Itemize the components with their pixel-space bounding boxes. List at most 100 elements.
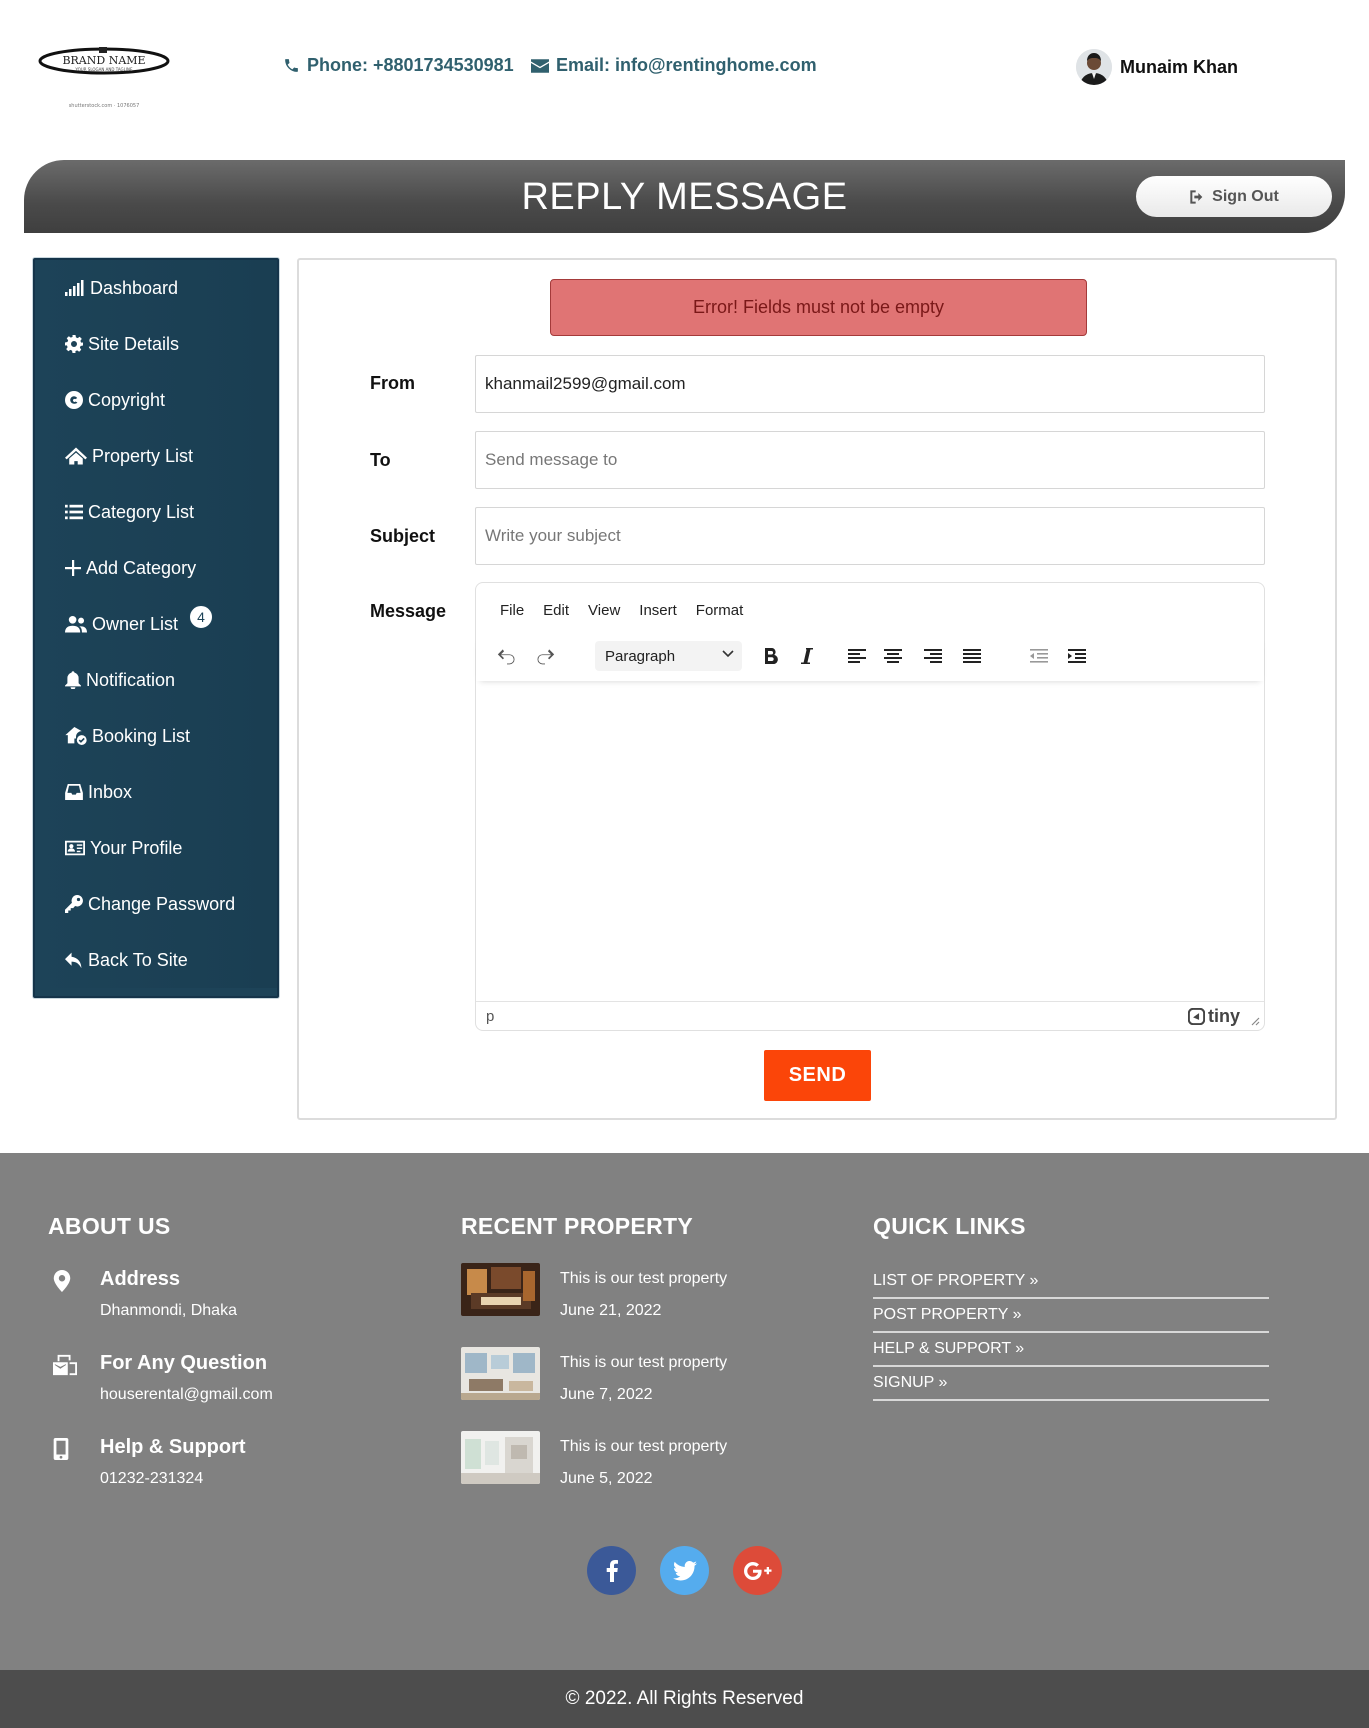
resize-handle-icon[interactable] [1250, 1016, 1260, 1026]
italic-icon [801, 648, 813, 664]
italic-button[interactable] [792, 641, 822, 671]
message-label: Message [370, 601, 447, 621]
google-plus-link[interactable] [733, 1546, 782, 1595]
sidebar-item-site-details[interactable]: Site Details [35, 316, 277, 372]
phone-icon [285, 59, 298, 72]
redo-button[interactable] [530, 641, 560, 671]
element-path[interactable]: p [486, 1008, 494, 1025]
twitter-link[interactable] [660, 1546, 709, 1595]
quick-link-post-property[interactable]: POST PROPERTY » [873, 1299, 1269, 1333]
align-right-button[interactable] [918, 641, 948, 671]
mobile-icon [53, 1438, 69, 1465]
outdent-button[interactable] [1024, 641, 1054, 671]
facebook-icon [606, 1559, 618, 1582]
align-right-icon [924, 649, 942, 663]
sidebar-item-notification[interactable]: Notification [35, 652, 277, 708]
sidebar-item-your-profile[interactable]: Your Profile [35, 820, 277, 876]
sidebar-item-dashboard[interactable]: Dashboard [35, 260, 277, 316]
from-field[interactable] [475, 355, 1265, 413]
sign-out-button[interactable]: Sign Out [1136, 176, 1332, 217]
undo-button[interactable] [492, 641, 522, 671]
subject-field[interactable] [475, 507, 1265, 565]
sidebar-item-label: Inbox [88, 781, 133, 802]
property-date: June 7, 2022 [560, 1386, 653, 1403]
copyright-bar: © 2022. All Rights Reserved [0, 1670, 1369, 1728]
email-contact[interactable]: Email: info@rentinghome.com [531, 55, 817, 76]
recent-property-item[interactable]: This is our test property June 5, 2022 [461, 1431, 791, 1491]
editor-toolbar: Paragraph [476, 635, 1264, 681]
site-footer: ABOUT US Address Dhanmondi, Dhaka For An… [0, 1153, 1369, 1670]
sidebar-item-change-password[interactable]: Change Password [35, 876, 277, 932]
sidebar-item-inbox[interactable]: Inbox [35, 764, 277, 820]
editor-menubar: File Edit View Insert Format [500, 602, 762, 619]
tiny-brand[interactable]: tiny [1187, 1006, 1240, 1027]
align-left-button[interactable] [842, 641, 872, 671]
about-value[interactable]: houserental@gmail.com [100, 1386, 273, 1404]
menu-insert[interactable]: Insert [639, 602, 677, 619]
to-field[interactable] [475, 431, 1265, 489]
facebook-link[interactable] [587, 1546, 636, 1595]
redo-icon [537, 649, 555, 665]
property-title[interactable]: This is our test property [560, 1354, 727, 1372]
editor-content-area[interactable] [476, 683, 1264, 1001]
sign-out-icon [1190, 189, 1203, 204]
bold-button[interactable] [756, 641, 786, 671]
subject-label: Subject [370, 526, 436, 546]
send-button[interactable]: SEND [764, 1050, 871, 1101]
menu-format[interactable]: Format [696, 602, 744, 619]
justify-button[interactable] [957, 641, 987, 671]
mail-bulk-icon [53, 1354, 77, 1381]
map-pin-icon [53, 1270, 71, 1297]
property-title[interactable]: This is our test property [560, 1438, 727, 1456]
recent-property-item[interactable]: This is our test property June 21, 2022 [461, 1263, 791, 1323]
quick-link-help-support[interactable]: HELP & SUPPORT » [873, 1333, 1269, 1367]
sidebar-item-label: Change Password [88, 893, 236, 914]
sidebar-item-add-category[interactable]: Add Category [35, 540, 277, 596]
align-center-button[interactable] [878, 641, 908, 671]
sidebar-item-category-list[interactable]: Category List [35, 484, 277, 540]
indent-button[interactable] [1062, 641, 1092, 671]
twitter-icon [672, 1560, 697, 1580]
gear-icon [65, 335, 83, 353]
house-check-icon [65, 727, 87, 745]
tiny-brand-label: tiny [1207, 1006, 1240, 1026]
sidebar-item-label: Owner List [92, 613, 179, 634]
property-thumbnail[interactable] [461, 1347, 540, 1400]
brand-logo[interactable]: BRAND NAME YOUR SLOGAN AND TAGLINE shutt… [36, 40, 172, 110]
svg-text:shutterstock.com · 1076057: shutterstock.com · 1076057 [69, 103, 140, 109]
sidebar-item-booking-list[interactable]: Booking List [35, 708, 277, 764]
tiny-logo-icon [1187, 1008, 1205, 1025]
page-banner: REPLY MESSAGE Sign Out [24, 160, 1345, 233]
about-title: For Any Question [100, 1352, 268, 1374]
quick-link-list-of-property[interactable]: LIST OF PROPERTY » [873, 1265, 1269, 1299]
menu-file[interactable]: File [500, 602, 524, 619]
bold-icon [765, 648, 778, 664]
email-text: Email: info@rentinghome.com [556, 55, 817, 75]
phone-contact[interactable]: Phone: +8801734530981 [283, 55, 514, 76]
property-title[interactable]: This is our test property [560, 1270, 727, 1288]
sidebar-item-label: Site Details [88, 333, 180, 354]
sidebar-item-copyright[interactable]: Copyright [35, 372, 277, 428]
property-thumbnail[interactable] [461, 1431, 540, 1484]
sign-out-label: Sign Out [1212, 187, 1279, 205]
house-roof-icon [65, 447, 87, 465]
about-title: Address [100, 1268, 181, 1290]
outdent-icon [1030, 649, 1048, 663]
sidebar-item-label: Copyright [88, 389, 166, 410]
user-menu[interactable]: Munaim Khan [1076, 49, 1238, 85]
sidebar-item-back-to-site[interactable]: Back To Site [35, 932, 277, 988]
menu-view[interactable]: View [588, 602, 620, 619]
quick-links-heading: QUICK LINKS [873, 1213, 1026, 1239]
menu-edit[interactable]: Edit [543, 602, 569, 619]
align-center-icon [884, 649, 902, 663]
block-format-select[interactable]: Paragraph [595, 641, 742, 671]
sidebar-item-label: Booking List [92, 725, 191, 746]
envelope-icon [531, 58, 549, 73]
sidebar-item-owner-list[interactable]: Owner List 4 [35, 596, 277, 652]
property-thumbnail[interactable] [461, 1263, 540, 1316]
sidebar-item-property-list[interactable]: Property List [35, 428, 277, 484]
quick-link-signup[interactable]: SIGNUP » [873, 1367, 1269, 1401]
sidebar-item-label: Dashboard [90, 277, 179, 298]
signal-bars-icon [65, 280, 84, 296]
recent-property-item[interactable]: This is our test property June 7, 2022 [461, 1347, 791, 1407]
